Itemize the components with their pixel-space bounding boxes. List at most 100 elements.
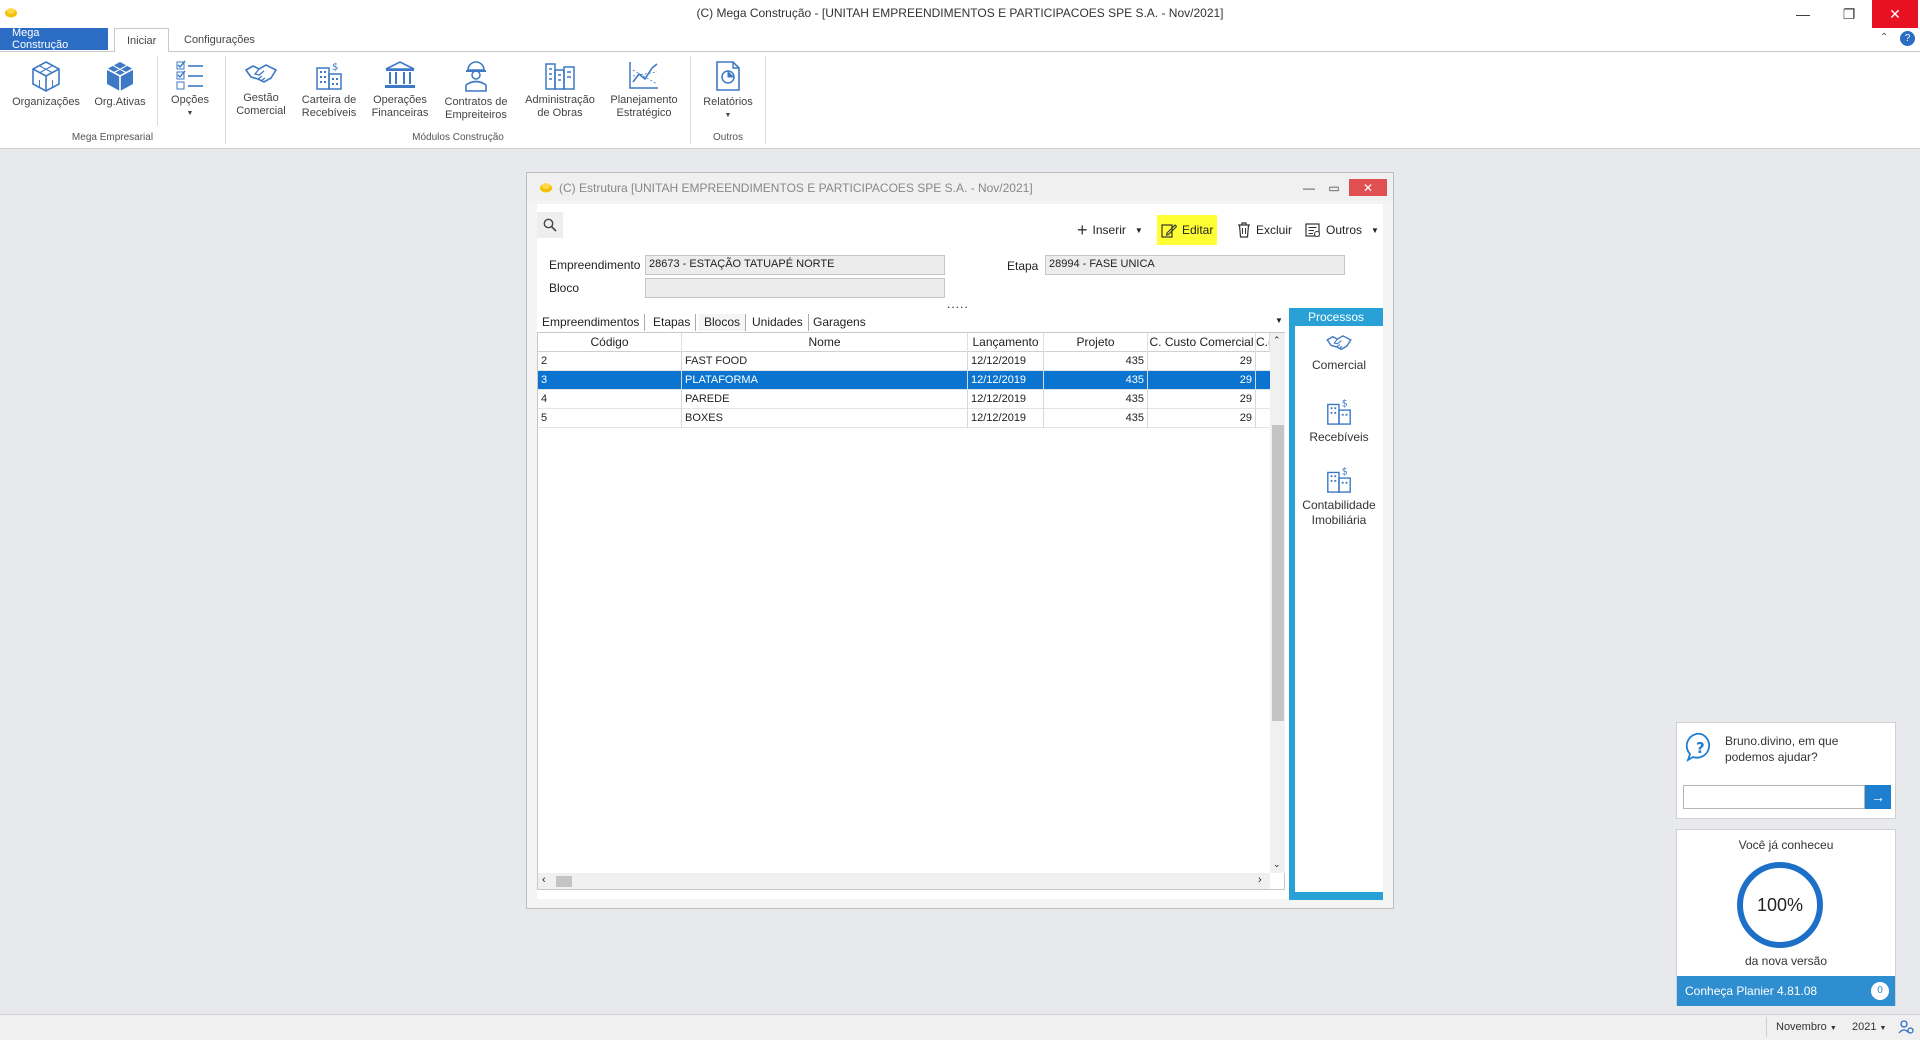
help-icon[interactable]: ? [1900, 31, 1915, 46]
processo-recebiveis[interactable]: $ Recebíveis [1295, 396, 1383, 445]
close-button[interactable]: ✕ [1872, 0, 1918, 28]
cell-projeto[interactable]: 435 [1044, 390, 1148, 409]
organizacoes-button[interactable]: Organizações [12, 60, 80, 109]
conheca-planier-button[interactable]: Conheça Planier 4.81.08 0 [1677, 976, 1895, 1006]
group-label-modulos-construcao: Módulos Construção [412, 132, 504, 143]
planejamento-estrategico-button[interactable]: Planejamento Estratégico [604, 60, 684, 120]
cell-custo-comercial[interactable]: 29 [1148, 390, 1256, 409]
window-close-button[interactable]: ✕ [1349, 179, 1387, 196]
progress-percent: 100% [1756, 894, 1804, 915]
arrow-right-icon: → [1871, 789, 1885, 805]
cell-codigo[interactable]: 4 [538, 390, 682, 409]
contratos-empreiteiros-button[interactable]: Contratos de Empreiteiros [436, 60, 516, 122]
cell-custo-comercial[interactable]: 29 [1148, 409, 1256, 428]
gestao-comercial-button[interactable]: Gestão Comercial [232, 60, 290, 118]
tab-blocos[interactable]: Blocos [699, 314, 747, 331]
promo-heading: Você já conheceu [1738, 838, 1834, 852]
table-row[interactable]: 3 PLATAFORMA 12/12/2019 435 29 [538, 371, 1270, 390]
processos-list: Comercial $ Recebíveis $ Contabilidade I… [1295, 326, 1383, 892]
column-header-lancamento[interactable]: Lançamento [968, 333, 1044, 352]
dropdown-caret-icon: ▼ [724, 112, 732, 119]
tab-configuracoes[interactable]: Configurações [172, 28, 267, 52]
svg-text:$: $ [1342, 398, 1348, 409]
divider [765, 56, 766, 144]
search-icon [543, 218, 557, 232]
restore-button[interactable]: ❐ [1826, 0, 1872, 28]
cell-nome[interactable]: PLATAFORMA [682, 371, 968, 390]
column-header-custo-comercial[interactable]: C. Custo Comercial [1148, 333, 1256, 352]
cell-custo-comercial[interactable]: 29 [1148, 371, 1256, 390]
scroll-up-icon[interactable]: ⌃ [1273, 335, 1281, 346]
checklist-icon [176, 60, 203, 90]
processos-title: Processos [1307, 310, 1365, 324]
svg-text:?: ? [1696, 739, 1705, 757]
empreendimento-field[interactable]: 28673 - ESTAÇÃO TATUAPÉ NORTE [645, 255, 945, 275]
promo-subtext: da nova versão [1744, 954, 1828, 968]
cell-projeto[interactable]: 435 [1044, 371, 1148, 390]
bloco-field[interactable] [645, 278, 945, 298]
table-row[interactable]: 4 PAREDE 12/12/2019 435 29 [538, 390, 1270, 409]
tab-garagens[interactable]: Garagens [808, 314, 871, 331]
column-header-nome[interactable]: Nome [682, 333, 968, 352]
help-widget: ? Bruno.divino, em que podemos ajudar? → [1676, 722, 1896, 819]
cell-nome[interactable]: BOXES [682, 409, 968, 428]
cell-nome[interactable]: PAREDE [682, 390, 968, 409]
cell-lancamento[interactable]: 12/12/2019 [968, 371, 1044, 390]
tab-mega-construcao[interactable]: Mega Construção [0, 27, 108, 51]
relatorios-button[interactable]: Relatórios ▼ [696, 60, 760, 122]
editar-button[interactable]: Editar [1157, 215, 1218, 245]
cell-lancamento[interactable]: 12/12/2019 [968, 390, 1044, 409]
cell-nome[interactable]: FAST FOOD [682, 352, 968, 371]
scroll-left-icon[interactable]: ‹ [542, 874, 546, 886]
tab-unidades[interactable]: Unidades [747, 314, 809, 331]
tab-iniciar[interactable]: Iniciar [114, 28, 170, 53]
scroll-right-icon[interactable]: › [1258, 874, 1262, 886]
opcoes-button[interactable]: Opções ▼ [164, 60, 216, 120]
administracao-obras-button[interactable]: Administração de Obras [520, 60, 600, 120]
buildings-icon [545, 63, 575, 90]
horizontal-scrollbar[interactable]: ‹ › [538, 873, 1270, 889]
inserir-button[interactable]: + Inserir ▼ [1077, 216, 1143, 244]
processo-contabilidade-imobiliaria[interactable]: $ Contabilidade Imobiliária [1295, 464, 1383, 528]
cell-codigo[interactable]: 3 [538, 371, 682, 390]
minimize-button[interactable]: — [1780, 0, 1826, 28]
cell-lancamento[interactable]: 12/12/2019 [968, 409, 1044, 428]
search-button[interactable] [537, 212, 563, 238]
column-header-codigo[interactable]: Código [538, 333, 682, 352]
cell-projeto[interactable]: 435 [1044, 409, 1148, 428]
tabs-dropdown-icon[interactable]: ▼ [1275, 316, 1283, 325]
tab-etapas[interactable]: Etapas [648, 314, 697, 331]
tab-empreendimentos[interactable]: Empreendimentos [537, 314, 646, 331]
building-dollar-icon: $ [1327, 466, 1351, 493]
splitter-handle[interactable]: ..... [947, 297, 969, 311]
collapse-ribbon-icon[interactable]: ⌃ [1880, 32, 1888, 43]
window-maximize-button[interactable]: ▭ [1324, 179, 1344, 196]
vertical-scrollbar[interactable]: ⌃ ⌄ [1270, 333, 1285, 873]
table-row[interactable]: 5 BOXES 12/12/2019 435 29 [538, 409, 1270, 428]
help-submit-button[interactable]: → [1865, 785, 1891, 809]
outros-button[interactable]: Outros ▼ [1305, 216, 1379, 244]
window-body: + Inserir ▼ Editar Excluir Outros ▼ Empr… [537, 204, 1383, 900]
processo-comercial[interactable]: Comercial [1295, 332, 1383, 373]
org-ativas-button[interactable]: Org.Ativas [86, 60, 154, 109]
table-row[interactable]: 2 FAST FOOD 12/12/2019 435 29 [538, 352, 1270, 371]
help-input[interactable] [1683, 785, 1865, 809]
year-selector[interactable]: 2021 ▼ [1852, 1021, 1886, 1033]
etapa-field[interactable]: 28994 - FASE UNICA [1045, 255, 1345, 275]
horizontal-scroll-thumb[interactable] [556, 876, 572, 887]
cell-lancamento[interactable]: 12/12/2019 [968, 352, 1044, 371]
cell-codigo[interactable]: 5 [538, 409, 682, 428]
column-header-c[interactable]: C.( [1256, 333, 1270, 352]
vertical-scroll-thumb[interactable] [1272, 425, 1284, 721]
excluir-button[interactable]: Excluir [1237, 216, 1292, 244]
user-settings-icon[interactable] [1898, 1019, 1914, 1035]
column-header-projeto[interactable]: Projeto [1044, 333, 1148, 352]
window-minimize-button[interactable]: — [1299, 179, 1319, 196]
operacoes-financeiras-button[interactable]: Operações Financeiras [368, 60, 432, 120]
scroll-down-icon[interactable]: ⌄ [1273, 859, 1281, 870]
month-selector[interactable]: Novembro ▼ [1776, 1021, 1837, 1033]
carteira-recebiveis-button[interactable]: $ Carteira de Recebíveis [294, 60, 364, 120]
cell-projeto[interactable]: 435 [1044, 352, 1148, 371]
cell-custo-comercial[interactable]: 29 [1148, 352, 1256, 371]
cell-codigo[interactable]: 2 [538, 352, 682, 371]
